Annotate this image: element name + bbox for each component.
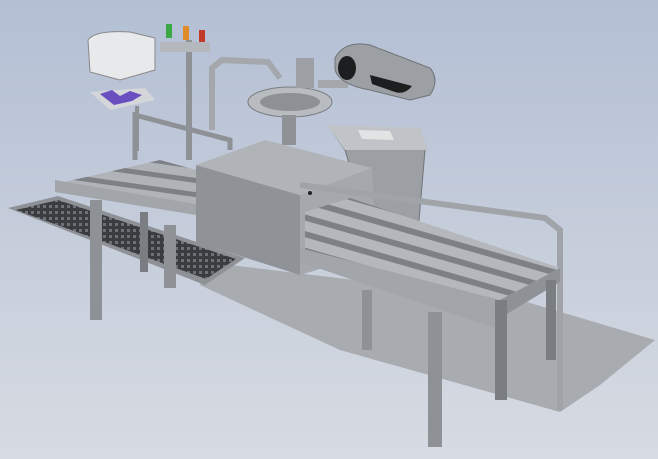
signal-light-bracket xyxy=(160,42,210,52)
left-conveyor-leg xyxy=(164,225,176,288)
signal-light-green xyxy=(166,24,172,38)
signal-light-orange xyxy=(183,26,189,40)
right-conveyor-leg xyxy=(362,290,372,350)
towel-dispenser xyxy=(87,31,156,81)
cabinet-indicator xyxy=(308,191,312,195)
faucet xyxy=(296,58,314,88)
sink-pedestal xyxy=(282,115,296,145)
cad-viewport xyxy=(0,0,658,459)
glove-tray-support xyxy=(135,106,139,151)
right-conveyor-leg xyxy=(546,280,556,360)
sink-bowl xyxy=(260,93,320,111)
dispenser-pole xyxy=(186,40,192,160)
right-conveyor-leg xyxy=(428,312,442,447)
left-conveyor-leg xyxy=(90,200,102,320)
hand-dryer-opening xyxy=(338,56,356,80)
right-conveyor-leg xyxy=(495,300,507,400)
waste-bin-slot xyxy=(358,130,394,140)
signal-light-red xyxy=(199,30,205,42)
left-conveyor-leg xyxy=(140,212,148,272)
